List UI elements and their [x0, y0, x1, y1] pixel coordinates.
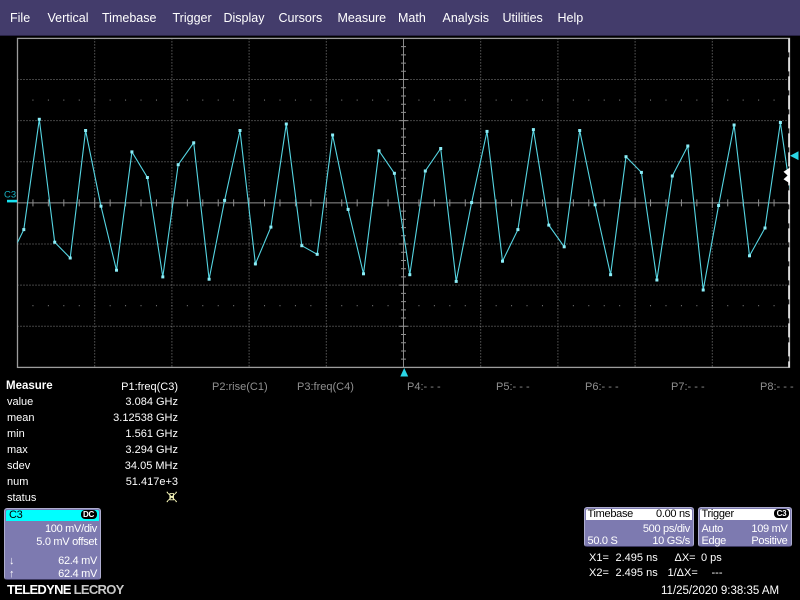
svg-text:C3: C3	[4, 190, 16, 201]
